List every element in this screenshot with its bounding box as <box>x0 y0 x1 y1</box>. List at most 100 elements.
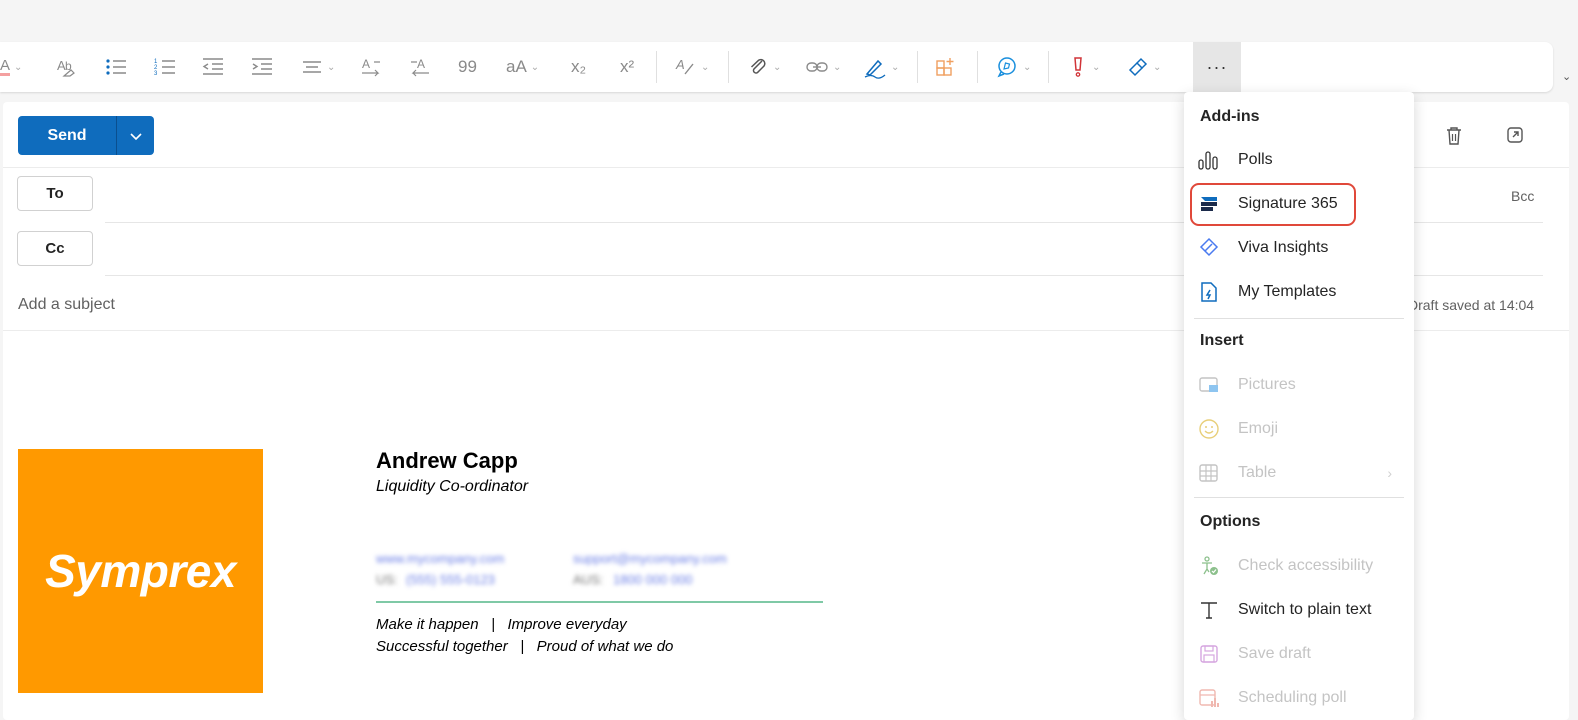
subject-input[interactable]: Add a subject <box>18 296 115 314</box>
align-center-icon <box>303 61 321 73</box>
to-button[interactable]: To <box>17 176 93 211</box>
toolbar-divider <box>977 51 978 83</box>
apps-button[interactable] <box>935 42 957 92</box>
plain-text-icon <box>1190 599 1224 621</box>
menu-item-label: Table <box>1238 464 1277 481</box>
chevron-down-icon <box>129 132 142 140</box>
signature-name: Andrew Capp <box>376 448 518 473</box>
align-button[interactable]: ⌄ <box>301 42 335 92</box>
my-templates-icon <box>1190 281 1224 303</box>
addins-heading: Add-ins <box>1200 108 1260 125</box>
menu-item-label: Polls <box>1238 151 1273 168</box>
menu-item-switch-plain-text[interactable]: Switch to plain text <box>1190 590 1404 630</box>
draft-status: Draft saved at 14:04 <box>1408 297 1535 313</box>
bullets-button[interactable] <box>104 42 128 92</box>
subscript-button[interactable]: x₂ <box>571 42 586 92</box>
accessibility-icon <box>1190 555 1224 577</box>
clear-formatting-button[interactable]: Ab <box>56 42 78 92</box>
rtl-button[interactable]: A <box>409 42 431 92</box>
numbered-list-icon: 123 <box>154 59 175 77</box>
menu-item-emoji: Emoji <box>1190 409 1404 449</box>
signature-button[interactable]: ⌄ <box>863 42 899 92</box>
toolbar-divider <box>1048 51 1049 83</box>
styles-button[interactable]: A ⌄ <box>675 42 709 92</box>
discard-button[interactable] <box>1445 126 1463 151</box>
menu-item-save-draft: Save draft <box>1190 634 1404 674</box>
change-case-icon: aA <box>506 57 527 76</box>
options-heading: Options <box>1200 513 1261 530</box>
menu-item-label: My Templates <box>1238 283 1337 300</box>
menu-item-polls[interactable]: Polls <box>1190 140 1404 180</box>
increase-indent-button[interactable] <box>250 42 274 92</box>
high-importance-icon <box>1074 57 1082 77</box>
toolbar-divider <box>656 51 657 83</box>
svg-text:A: A <box>362 57 370 71</box>
ltr-button[interactable]: A <box>360 42 382 92</box>
viva-insights-icon <box>1190 237 1224 259</box>
svg-text:A: A <box>675 57 685 72</box>
right-to-left-icon: A <box>411 57 429 77</box>
paperclip-icon <box>750 58 766 74</box>
menu-item-label: Pictures <box>1238 376 1296 393</box>
superscript-button[interactable]: x² <box>620 42 634 92</box>
signature-role: Liquidity Co-ordinator <box>376 478 529 495</box>
pictures-icon <box>1190 374 1224 396</box>
sensitivity-button[interactable]: ⌄ <box>1127 42 1161 92</box>
menu-item-scheduling-poll: Scheduling poll <box>1190 678 1404 718</box>
signature-website[interactable]: www.mycompany.com <box>376 551 504 566</box>
signature-phone-us[interactable]: (555) 555-0123 <box>406 572 495 587</box>
decrease-indent-icon <box>202 58 223 75</box>
pop-out-icon <box>1507 127 1523 143</box>
increase-indent-icon <box>252 58 272 75</box>
styles-icon: A <box>675 57 694 75</box>
table-icon <box>1190 462 1224 484</box>
toolbar-divider <box>917 51 918 83</box>
quote-button[interactable]: 99 <box>458 42 477 92</box>
chevron-down-icon[interactable]: ⌄ <box>1562 70 1571 83</box>
signature365-highlight <box>1190 183 1356 226</box>
menu-item-viva-insights[interactable]: Viva Insights <box>1190 228 1404 268</box>
chevron-right-icon: › <box>1387 465 1392 481</box>
menu-divider <box>1194 318 1404 319</box>
quote-icon: 99 <box>458 57 477 76</box>
apps-icon <box>936 58 954 76</box>
svg-text:A: A <box>417 57 425 71</box>
copilot-button[interactable]: ⌄ <box>995 42 1031 92</box>
font-color-icon: A <box>0 56 11 76</box>
signature-motto-line2: Successful together | Proud of what we d… <box>376 638 674 655</box>
menu-item-my-templates[interactable]: My Templates <box>1190 272 1404 312</box>
numbering-button[interactable]: 123 <box>153 42 177 92</box>
link-icon <box>806 62 828 72</box>
phone-us-label: US: <box>376 572 398 587</box>
more-options-button[interactable]: ··· <box>1193 42 1241 92</box>
bcc-button[interactable]: Bcc <box>1511 188 1534 204</box>
toolbar-divider <box>728 51 729 83</box>
signature-motto-line1: Make it happen | Improve everyday <box>376 616 627 633</box>
font-color-button[interactable]: A ⌄ <box>0 42 22 92</box>
formatting-ribbon: A ⌄ Ab 123 ⌄ A A 99 aA ⌄ x₂ x² A ⌄ ⌄ ⌄ ⌄… <box>0 42 1553 92</box>
signature-pen-icon <box>864 59 886 79</box>
subscript-icon: x₂ <box>571 57 587 76</box>
editor-brush-icon <box>1128 57 1148 77</box>
send-options-button[interactable] <box>116 116 154 155</box>
menu-item-label: Emoji <box>1238 420 1279 437</box>
logo-text: Symprex <box>45 545 236 597</box>
svg-text:3: 3 <box>154 71 158 77</box>
svg-text:b: b <box>65 59 72 73</box>
cc-button[interactable]: Cc <box>17 231 93 266</box>
clear-formatting-icon: Ab <box>57 58 75 77</box>
polls-icon <box>1190 149 1224 171</box>
menu-item-label: Viva Insights <box>1238 239 1329 256</box>
insert-heading: Insert <box>1200 332 1244 349</box>
signature-email[interactable]: support@mycompany.com <box>573 551 727 566</box>
change-case-button[interactable]: aA ⌄ <box>506 42 539 92</box>
attach-file-button[interactable]: ⌄ <box>747 42 781 92</box>
pop-out-button[interactable] <box>1506 126 1524 149</box>
insert-link-button[interactable]: ⌄ <box>805 42 841 92</box>
superscript-icon: x² <box>620 57 635 76</box>
send-button[interactable]: Send <box>18 116 116 155</box>
importance-button[interactable]: ⌄ <box>1068 42 1100 92</box>
signature-phone-au[interactable]: 1800 000 000 <box>613 572 693 587</box>
decrease-indent-button[interactable] <box>201 42 225 92</box>
menu-item-label: Switch to plain text <box>1238 601 1372 618</box>
